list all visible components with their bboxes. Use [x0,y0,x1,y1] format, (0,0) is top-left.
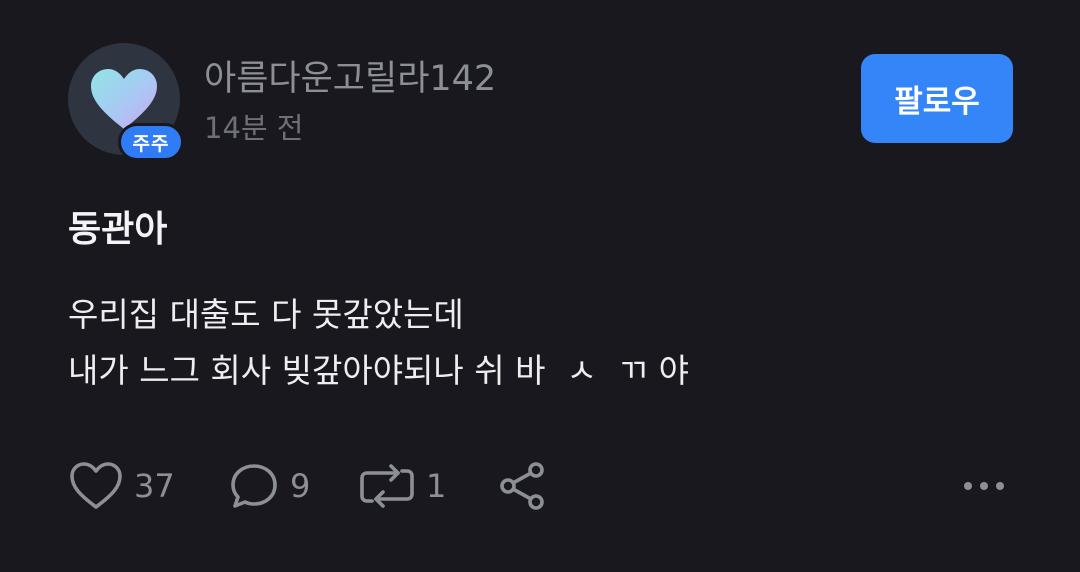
comment-button[interactable]: 9 [228,458,310,514]
share-button[interactable] [496,458,548,514]
repost-icon [358,461,416,511]
post-title: 동관아 [68,209,168,250]
action-bar: 37 9 1 [68,458,1018,514]
heart-icon [91,69,157,129]
like-count: 37 [134,467,175,505]
username[interactable]: 아름다운고릴라142 [204,50,496,101]
heart-outline-icon [68,461,124,511]
share-icon [496,460,548,512]
post-timestamp: 14분 전 [204,111,304,145]
more-options-button[interactable] [962,458,1006,514]
repost-button[interactable]: 1 [358,458,446,514]
comment-count: 9 [290,467,311,505]
like-button[interactable]: 37 [68,458,175,514]
repost-count: 1 [426,467,447,505]
follow-button[interactable]: 팔로우 [861,54,1013,143]
post-card: 주주 아름다운고릴라142 14분 전 팔로우 동관아 우리집 대출도 다 못갚… [0,0,1080,572]
more-horizontal-icon [962,480,1006,492]
post-body-line: 내가 느그 회사 빚갚아야되나 쉬 바 ㅅ ㄲ 야 [68,351,690,390]
post-body-line: 우리집 대출도 다 못갚았는데 [68,295,464,334]
user-badge: 주주 [118,123,184,161]
post-body: 우리집 대출도 다 못갚았는데 내가 느그 회사 빚갚아야되나 쉬 바 ㅅ ㄲ … [68,287,689,399]
comment-icon [228,461,280,511]
